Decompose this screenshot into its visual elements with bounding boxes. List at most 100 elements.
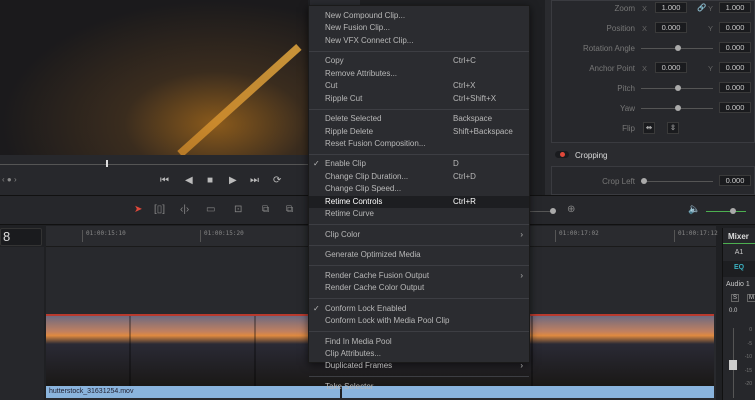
flip-vertical-icon[interactable]: ⇳ (667, 122, 679, 134)
channel-label: A1 (734, 249, 744, 256)
chevron-right-icon: › (520, 361, 523, 371)
menu-item-new-vfx-connect-clip[interactable]: New VFX Connect Clip... (309, 35, 529, 47)
zoom-y-field[interactable]: 1.000 (719, 2, 751, 13)
menu-item-clip-color[interactable]: Clip Color › (309, 229, 529, 241)
menu-separator (309, 376, 529, 378)
loop-button[interactable]: ⟳ (273, 175, 281, 186)
menu-item-label: Remove Attributes... (325, 68, 398, 78)
link-icon[interactable]: 🔗 (697, 3, 706, 12)
menu-separator (309, 108, 529, 110)
rotation-slider[interactable] (641, 45, 713, 51)
crop-left-field[interactable]: 0.000 (719, 175, 751, 186)
menu-item-clip-attributes[interactable]: Clip Attributes... (309, 348, 529, 360)
volume-slider[interactable] (706, 208, 746, 214)
trim-tool-icon[interactable]: [▯] (154, 204, 165, 215)
axis-x-label: X (642, 24, 648, 33)
timecode-field[interactable]: 8 (0, 228, 42, 246)
menu-item-generate-optimized-media[interactable]: Generate Optimized Media (309, 249, 529, 261)
rotation-field[interactable]: 0.000 (719, 42, 751, 53)
menu-item-label: Render Cache Color Output (325, 283, 425, 293)
fader-handle[interactable] (729, 360, 737, 370)
zoom-x-field[interactable]: 1.000 (655, 2, 687, 13)
scrubber-playhead[interactable] (106, 160, 108, 167)
menu-item-ripple-delete[interactable]: Ripple Delete Shift+Backspace (309, 126, 529, 138)
anchor-y-field[interactable]: 0.000 (719, 62, 751, 73)
menu-item-remove-attributes[interactable]: Remove Attributes... (309, 68, 529, 80)
scrubber[interactable] (0, 164, 308, 165)
menu-item-label: Clip Attributes... (325, 349, 382, 359)
track-name: Audio 1 (726, 281, 750, 288)
cropping-header[interactable]: Cropping (575, 151, 607, 160)
menu-item-render-cache-color-output[interactable]: Render Cache Color Output (309, 282, 529, 294)
anchor-x-field[interactable]: 0.000 (655, 62, 687, 73)
menu-separator (309, 50, 529, 52)
zoom-in-icon[interactable]: ⊕ (567, 204, 575, 215)
menu-item-label: Clip Color (325, 229, 361, 239)
menu-item-change-clip-duration[interactable]: Change Clip Duration... Ctrl+D (309, 171, 529, 183)
skip-end-button[interactable]: ⏭ (250, 175, 259, 186)
play-button[interactable]: ▶ (229, 175, 237, 186)
menu-item-label: Reset Fusion Composition... (325, 138, 426, 148)
yaw-slider[interactable] (641, 105, 713, 111)
menu-item-ripple-cut[interactable]: Ripple Cut Ctrl+Shift+X (309, 93, 529, 105)
ruler-tick: 01:00:15:20 (200, 230, 244, 242)
meter-scale-15: -15 (744, 367, 752, 374)
menu-item-shortcut: D (453, 159, 459, 169)
menu-item-enable-clip[interactable]: ✓ Enable Clip D (309, 158, 529, 170)
position-y-field[interactable]: 0.000 (719, 22, 751, 33)
menu-item-label: Copy (325, 56, 344, 66)
axis-y-label: Y (708, 64, 714, 73)
selection-tool-icon[interactable]: ➤ (134, 204, 142, 215)
menu-item-shortcut: Backspace (453, 114, 493, 124)
menu-item-find-in-media-pool[interactable]: Find In Media Pool (309, 336, 529, 348)
menu-item-label: Cut (325, 81, 338, 91)
menu-item-new-compound-clip[interactable]: New Compound Clip... (309, 10, 529, 22)
flip-horizontal-icon[interactable]: ⇹ (643, 122, 655, 134)
crop-left-label: Crop Left (602, 177, 635, 186)
menu-item-duplicated-frames[interactable]: Duplicated Frames › (309, 360, 529, 372)
solo-button[interactable]: S (731, 294, 740, 302)
blade-dynamic-icon[interactable]: ‹|› (180, 204, 189, 215)
menu-item-label: Conform Lock Enabled (325, 303, 407, 313)
skip-start-button[interactable]: ⏮ (160, 175, 169, 186)
menu-item-conform-lock-enabled[interactable]: ✓ Conform Lock Enabled (309, 303, 529, 315)
overwrite-clip-icon[interactable]: ⧉ (262, 204, 269, 215)
blade-tool-icon[interactable]: ▭ (206, 204, 215, 215)
menu-item-label: Generate Optimized Media (325, 250, 421, 260)
meter-scale-0: 0 (749, 327, 752, 333)
menu-item-copy[interactable]: Copy Ctrl+C (309, 55, 529, 67)
menu-item-retime-curve[interactable]: Retime Curve (309, 208, 529, 220)
menu-item-reset-fusion-composition[interactable]: Reset Fusion Composition... (309, 138, 529, 150)
insert-clip-icon[interactable]: ⊡ (234, 204, 242, 215)
replace-clip-icon[interactable]: ⧉ (286, 204, 293, 215)
stop-button[interactable]: ■ (207, 175, 213, 186)
menu-item-render-cache-fusion-output[interactable]: Render Cache Fusion Output › (309, 270, 529, 282)
menu-separator (309, 298, 529, 300)
play-reverse-button[interactable]: ◀ (185, 175, 193, 186)
flip-label: Flip (622, 124, 635, 133)
position-x-field[interactable]: 0.000 (655, 22, 687, 33)
menu-item-change-clip-speed[interactable]: Change Clip Speed... (309, 183, 529, 195)
eq-button[interactable]: EQ (723, 261, 755, 277)
volume-icon[interactable]: 🔈 (688, 204, 700, 215)
menu-item-cut[interactable]: Cut Ctrl+X (309, 80, 529, 92)
menu-separator (309, 331, 529, 333)
menu-item-take-selector[interactable]: Take Selector (309, 381, 529, 393)
pitch-slider[interactable] (641, 85, 713, 91)
ruler-tick: 01:00:17:02 (555, 230, 599, 242)
crop-left-slider[interactable] (641, 178, 713, 184)
menu-item-new-fusion-clip[interactable]: New Fusion Clip... (309, 22, 529, 34)
yaw-field[interactable]: 0.000 (719, 102, 751, 113)
viewer-nav[interactable]: ‹ ● › (2, 175, 17, 184)
menu-item-delete-selected[interactable]: Delete Selected Backspace (309, 113, 529, 125)
pitch-field[interactable]: 0.000 (719, 82, 751, 93)
checkmark-icon: ✓ (313, 303, 320, 313)
menu-separator (309, 153, 529, 155)
mute-button[interactable]: M (747, 294, 755, 302)
menu-item-conform-lock-with-media-pool-clip[interactable]: Conform Lock with Media Pool Clip (309, 315, 529, 327)
menu-separator (309, 244, 529, 246)
menu-item-retime-controls[interactable]: Retime Controls Ctrl+R (309, 195, 529, 209)
menu-item-shortcut: Ctrl+X (453, 81, 476, 91)
cropping-toggle[interactable] (555, 151, 569, 158)
mixer-title: Mixer (723, 228, 755, 244)
